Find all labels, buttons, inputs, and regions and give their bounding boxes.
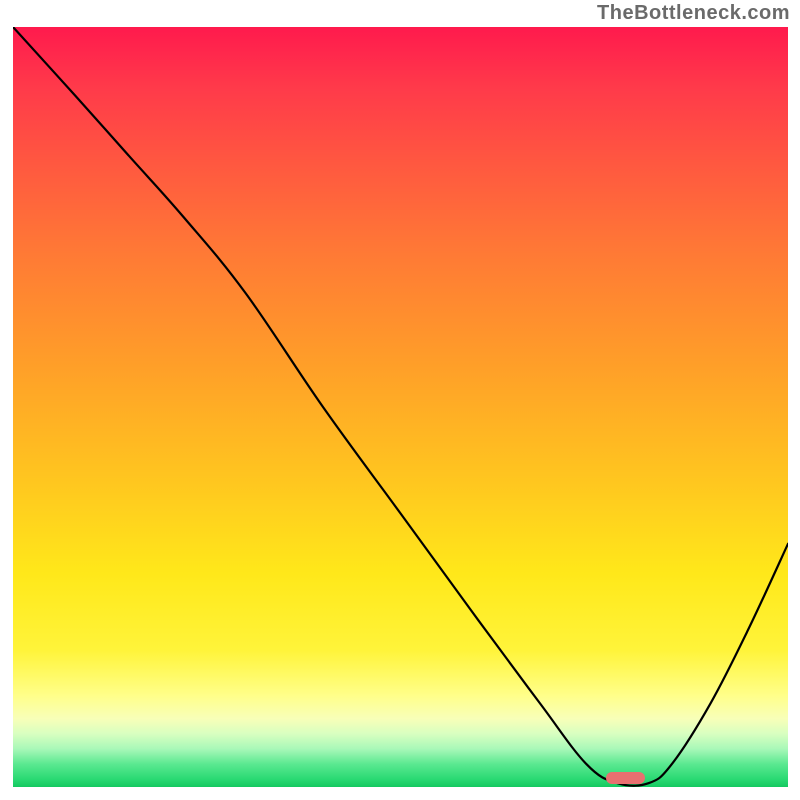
plot-area <box>13 27 788 787</box>
optimal-marker <box>606 772 645 783</box>
bottleneck-curve <box>13 27 788 787</box>
watermark-text: TheBottleneck.com <box>597 2 790 25</box>
